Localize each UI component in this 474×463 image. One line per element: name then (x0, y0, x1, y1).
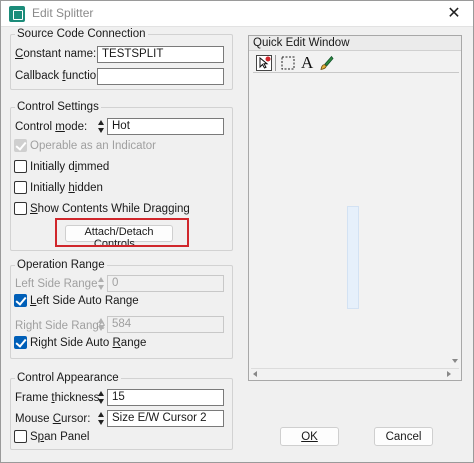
spin-down-icon[interactable] (98, 128, 104, 133)
scroll-down-icon[interactable] (452, 359, 458, 363)
initially-dimmed-checkbox[interactable] (14, 160, 27, 173)
cancel-button[interactable]: Cancel (374, 427, 433, 446)
horizontal-scrollbar[interactable] (251, 368, 459, 378)
frame-thickness-input[interactable]: 15 (107, 389, 224, 406)
right-side-range-input[interactable]: 584 (107, 316, 224, 333)
ok-button-label: OK (301, 430, 318, 443)
spin-up-icon[interactable] (98, 277, 104, 282)
control-mode-spinner[interactable] (97, 118, 106, 135)
left-side-range-input[interactable]: 0 (107, 275, 224, 292)
spin-up-icon[interactable] (98, 120, 104, 125)
control-mode-label: Control mode: (15, 121, 88, 133)
left-auto-range-checkbox[interactable] (14, 294, 27, 307)
control-settings-legend: Control Settings (17, 101, 99, 113)
control-mode-input[interactable]: Hot (107, 118, 224, 135)
callback-function-label: Callback function: (15, 70, 106, 82)
right-range-spinner[interactable] (97, 316, 106, 333)
vertical-scrollbar[interactable] (451, 76, 459, 366)
initially-dimmed-label: Initially dimmed (30, 161, 110, 173)
initially-hidden-checkbox[interactable] (14, 181, 27, 194)
spin-up-icon[interactable] (98, 391, 104, 396)
text-tool-glyph: A (301, 53, 314, 72)
operable-indicator-label: Operable as an Indicator (30, 140, 156, 152)
close-icon[interactable]: ✕ (443, 4, 465, 24)
splitter-preview[interactable] (347, 206, 359, 309)
right-auto-range-checkbox[interactable] (14, 336, 27, 349)
spin-down-icon[interactable] (98, 326, 104, 331)
spin-down-icon[interactable] (98, 420, 104, 425)
control-appearance-legend: Control Appearance (17, 372, 119, 384)
show-contents-label: Show Contents While Dragging (30, 203, 190, 215)
app-icon (9, 6, 25, 22)
window-title: Edit Splitter (32, 6, 94, 20)
operable-indicator-checkbox[interactable] (14, 139, 27, 152)
callback-function-input[interactable] (97, 68, 224, 85)
mouse-cursor-spinner[interactable] (97, 410, 106, 427)
selection-rectangle-icon[interactable] (279, 54, 297, 72)
edit-splitter-dialog: Edit Splitter ✕ Source Code Connection C… (0, 0, 474, 463)
frame-thickness-label: Frame thickness: (15, 392, 103, 404)
span-panel-label: Span Panel (30, 431, 90, 443)
color-brush-icon[interactable] (317, 54, 335, 72)
ok-button[interactable]: OK (280, 427, 339, 446)
frame-thickness-spinner[interactable] (97, 389, 106, 406)
operation-range-legend: Operation Range (17, 259, 105, 271)
quick-edit-window: Quick Edit Window A (248, 35, 462, 381)
toolbar-separator (275, 55, 276, 71)
span-panel-checkbox[interactable] (14, 430, 27, 443)
spin-down-icon[interactable] (98, 399, 104, 404)
text-tool-icon[interactable]: A (298, 53, 316, 72)
mouse-cursor-input[interactable]: Size E/W Cursor 2 (107, 410, 224, 427)
left-range-spinner[interactable] (97, 275, 106, 292)
left-side-range-label: Left Side Range (15, 278, 98, 290)
right-auto-range-label: Right Side Auto Range (30, 337, 147, 349)
quick-edit-toolbar: A (253, 53, 459, 73)
title-bar: Edit Splitter ✕ (1, 1, 473, 27)
highlight-outline (55, 218, 189, 247)
spin-up-icon[interactable] (98, 412, 104, 417)
cancel-button-label: Cancel (385, 430, 422, 443)
scroll-right-icon[interactable] (447, 371, 451, 377)
source-code-legend: Source Code Connection (17, 28, 146, 40)
constant-name-label: Constant name: (15, 48, 97, 60)
constant-name-input[interactable]: TESTSPLIT (97, 46, 224, 63)
left-auto-range-label: Left Side Auto Range (30, 295, 139, 307)
initially-hidden-label: Initially hidden (30, 182, 103, 194)
show-contents-checkbox[interactable] (14, 202, 27, 215)
mouse-cursor-label: Mouse Cursor: (15, 413, 91, 425)
quick-edit-title: Quick Edit Window (249, 36, 461, 51)
pointer-tool-icon[interactable] (255, 54, 273, 72)
spin-up-icon[interactable] (98, 318, 104, 323)
scroll-left-icon[interactable] (253, 371, 257, 377)
right-side-range-label: Right Side Range (15, 320, 106, 332)
quick-edit-canvas[interactable] (251, 76, 459, 396)
spin-down-icon[interactable] (98, 285, 104, 290)
